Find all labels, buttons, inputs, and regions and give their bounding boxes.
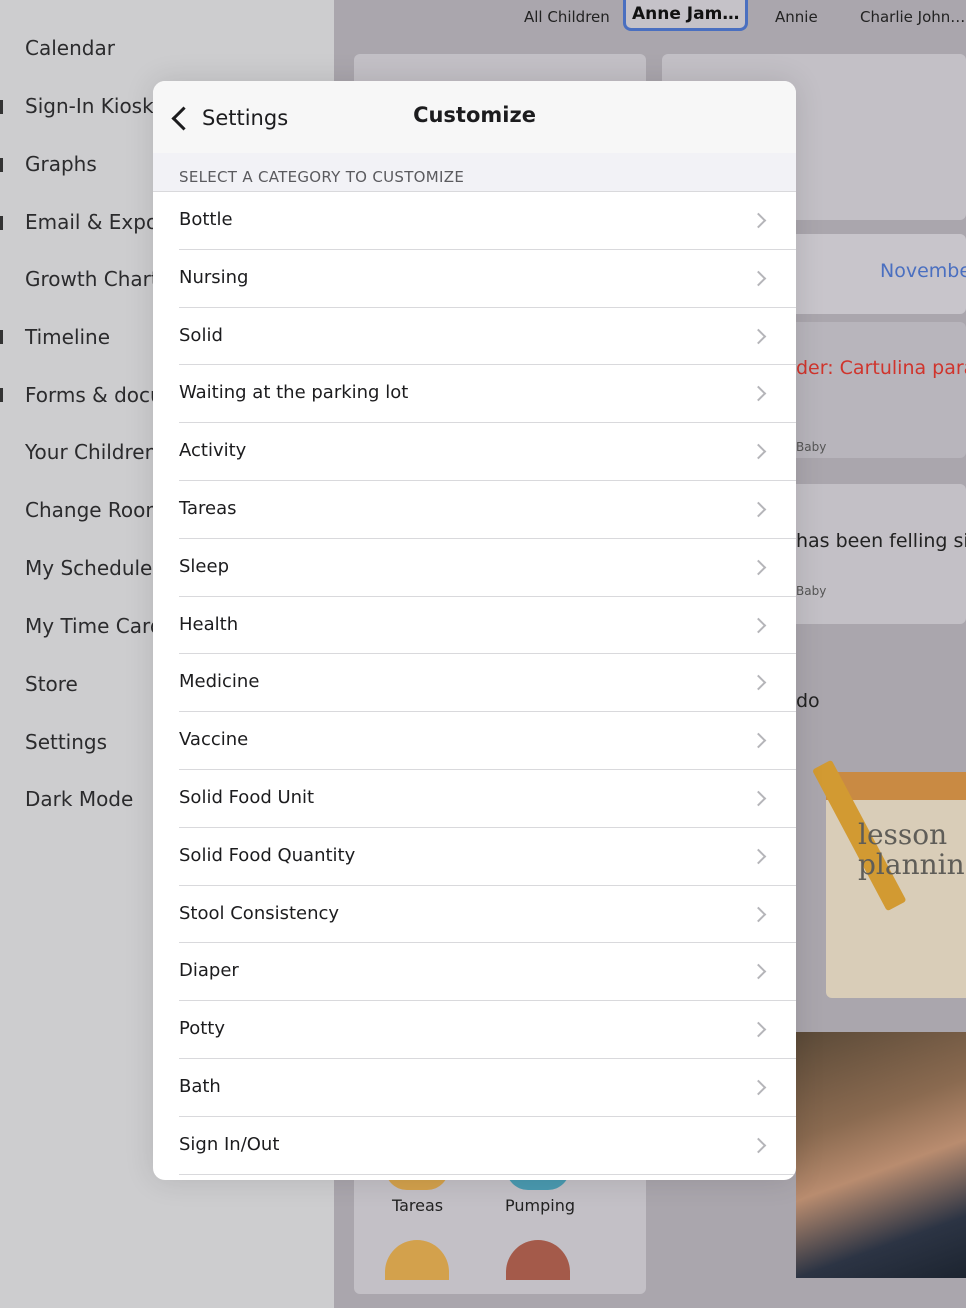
lesson-title: do bbox=[796, 690, 820, 712]
category-label: Solid Food Quantity bbox=[179, 844, 356, 866]
category-row[interactable]: Sleep bbox=[153, 539, 796, 597]
category-row[interactable]: Waiting at the parking lot bbox=[153, 365, 796, 424]
chevron-right-icon bbox=[750, 501, 767, 518]
chevron-right-icon bbox=[750, 848, 767, 865]
chevron-right-icon bbox=[750, 1021, 767, 1038]
category-label: Bath bbox=[179, 1075, 221, 1097]
reminder-author: Baby bbox=[796, 440, 827, 454]
child-tab-annie[interactable]: Annie bbox=[775, 8, 818, 26]
child-tab-all-children[interactable]: All Children bbox=[524, 8, 610, 26]
category-row[interactable]: Potty bbox=[153, 1001, 796, 1059]
chevron-right-icon bbox=[750, 443, 767, 460]
chevron-right-icon bbox=[750, 964, 767, 980]
customize-modal: Settings Customize SELECT A CATEGORY TO … bbox=[153, 81, 796, 1180]
menu-item-my-schedule[interactable]: My Schedule bbox=[25, 548, 152, 588]
category-label: Stool Consistency bbox=[179, 902, 340, 924]
category-label: Potty bbox=[179, 1018, 225, 1040]
lesson-line-1: lesson bbox=[858, 818, 948, 851]
child-tab-anne-james[interactable]: Anne Jam… bbox=[623, 0, 749, 31]
menu-item-dark-mode[interactable]: Dark Mode bbox=[25, 779, 133, 819]
category-row[interactable]: Activity bbox=[153, 423, 796, 481]
tareas-label[interactable]: Tareas bbox=[392, 1196, 443, 1215]
category-label: Vaccine bbox=[179, 729, 249, 751]
menu-item-settings[interactable]: Settings bbox=[25, 722, 107, 762]
chevron-right-icon bbox=[750, 559, 767, 576]
chevron-right-icon bbox=[750, 1079, 767, 1096]
category-row[interactable]: Tareas bbox=[153, 481, 796, 539]
menu-bullet-icon bbox=[0, 100, 3, 114]
menu-item-change-room[interactable]: Change Room bbox=[25, 490, 165, 530]
chevron-right-icon bbox=[750, 790, 767, 807]
category-row[interactable]: Stool Consistency bbox=[153, 886, 796, 944]
category-label: Health bbox=[179, 613, 239, 635]
menu-item-growth-chart[interactable]: Growth Chart bbox=[25, 259, 159, 299]
category-row[interactable]: Bath bbox=[153, 1059, 796, 1117]
nav-bar: Settings Customize bbox=[153, 81, 796, 154]
note-author: Baby bbox=[796, 584, 827, 598]
category-row[interactable]: Vaccine bbox=[153, 712, 796, 770]
category-label: Sleep bbox=[179, 555, 230, 577]
month-label[interactable]: Novembe bbox=[880, 260, 966, 282]
chevron-right-icon bbox=[750, 732, 767, 749]
menu-item-timeline[interactable]: Timeline bbox=[25, 317, 110, 357]
category-row[interactable]: Nursing bbox=[153, 250, 796, 308]
category-label: Activity bbox=[179, 440, 247, 462]
menu-item-store[interactable]: Store bbox=[25, 664, 78, 704]
category-label: Bottle bbox=[179, 209, 233, 230]
menu-item-my-time-card[interactable]: My Time Card bbox=[25, 606, 163, 646]
chevron-right-icon bbox=[750, 675, 767, 691]
chevron-right-icon bbox=[750, 328, 767, 344]
menu-item-email-export[interactable]: Email & Expor bbox=[25, 202, 166, 242]
category-label: Solid Food Unit bbox=[179, 786, 315, 808]
menu-item-forms-documents[interactable]: Forms & docu bbox=[25, 375, 163, 415]
category-row[interactable]: Health bbox=[153, 597, 796, 655]
chevron-right-icon bbox=[750, 386, 767, 402]
note-text: has been felling si bbox=[796, 530, 966, 552]
category-label: Waiting at the parking lot bbox=[179, 382, 409, 404]
menu-bullet-icon bbox=[0, 216, 3, 230]
lesson-line-2: planning bbox=[858, 848, 966, 881]
category-label: Solid bbox=[179, 324, 223, 346]
child-photo bbox=[796, 1032, 966, 1278]
category-row[interactable]: Medicine bbox=[153, 654, 796, 713]
category-row[interactable]: Solid bbox=[153, 308, 796, 366]
category-label: Sign In/Out bbox=[179, 1133, 280, 1155]
chevron-right-icon bbox=[750, 212, 767, 229]
menu-bullet-icon bbox=[0, 330, 3, 344]
category-label: Tareas bbox=[179, 497, 237, 519]
menu-item-your-children[interactable]: Your Children bbox=[25, 432, 157, 472]
page-title: Customize bbox=[413, 103, 536, 127]
section-header: SELECT A CATEGORY TO CUSTOMIZE bbox=[153, 153, 796, 192]
category-row[interactable]: Solid Food Quantity bbox=[153, 828, 796, 886]
category-label: Medicine bbox=[179, 671, 260, 693]
chevron-right-icon bbox=[750, 617, 767, 633]
menu-bullet-icon bbox=[0, 388, 3, 402]
menu-item-calendar[interactable]: Calendar bbox=[25, 28, 115, 68]
chevron-right-icon bbox=[750, 1137, 767, 1154]
category-row[interactable]: Sign In/Out bbox=[153, 1117, 796, 1175]
row-divider bbox=[179, 1173, 796, 1175]
category-row[interactable]: Bottle bbox=[153, 192, 796, 250]
chevron-right-icon bbox=[750, 270, 767, 287]
chevron-right-icon bbox=[750, 906, 767, 922]
menu-item-sign-in-kiosk[interactable]: Sign-In Kiosk bbox=[25, 86, 154, 126]
category-list: Bottle Nursing Solid Waiting at the parking… bbox=[153, 192, 796, 1175]
menu-item-graphs[interactable]: Graphs bbox=[25, 144, 97, 184]
menu-bullet-icon bbox=[0, 158, 3, 172]
section-header-label: SELECT A CATEGORY TO CUSTOMIZE bbox=[179, 168, 465, 186]
reminder-text: der: Cartulina para bbox=[796, 357, 966, 379]
category-label: Nursing bbox=[179, 266, 249, 288]
lesson-planning-label: lesson planning bbox=[858, 820, 966, 880]
child-tab-charlie-john[interactable]: Charlie John… bbox=[860, 8, 965, 26]
category-label: Diaper bbox=[179, 960, 239, 982]
category-row[interactable]: Diaper bbox=[153, 943, 796, 1002]
category-row[interactable]: Solid Food Unit bbox=[153, 770, 796, 828]
pumping-label[interactable]: Pumping bbox=[505, 1196, 575, 1215]
